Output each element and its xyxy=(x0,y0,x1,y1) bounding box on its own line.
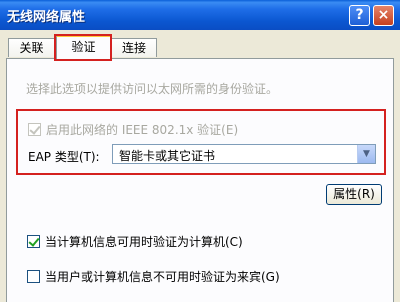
properties-dialog: 无线网络属性 ? × 关联 验证 连接 选择此选项以提供访问以太网所需的身份验证… xyxy=(0,0,400,302)
chevron-down-icon[interactable]: ▼ xyxy=(357,145,375,163)
auth-description: 选择此选项以提供访问以太网所需的身份验证。 xyxy=(26,82,279,96)
close-button[interactable]: × xyxy=(373,5,394,26)
auth-as-guest-label: 当用户或计算机信息不可用时验证为来宾(G) xyxy=(45,270,280,284)
check-icon xyxy=(29,123,41,135)
close-icon: × xyxy=(377,7,390,23)
enable-8021x-checkbox-row[interactable]: 启用此网络的 IEEE 802.1x 验证(E) xyxy=(28,121,238,138)
auth-as-computer-checkbox[interactable] xyxy=(27,235,40,248)
help-button[interactable]: ? xyxy=(349,5,370,26)
authentication-page: 选择此选项以提供访问以太网所需的身份验证。 启用此网络的 IEEE 802.1x… xyxy=(6,58,394,302)
eap-type-label: EAP 类型(T): xyxy=(28,150,100,164)
check-icon xyxy=(28,235,40,247)
auth-as-guest-checkbox[interactable] xyxy=(27,270,40,283)
help-icon: ? xyxy=(355,7,364,23)
enable-8021x-checkbox[interactable] xyxy=(28,123,41,136)
tab-connection[interactable]: 连接 xyxy=(111,38,157,57)
auth-as-computer-label: 当计算机信息可用时验证为计算机(C) xyxy=(45,235,243,249)
auth-as-guest-row[interactable]: 当用户或计算机信息不可用时验证为来宾(G) xyxy=(27,268,280,285)
properties-button[interactable]: 属性(R) xyxy=(326,184,382,205)
auth-as-computer-row[interactable]: 当计算机信息可用时验证为计算机(C) xyxy=(27,233,243,250)
enable-8021x-label: 启用此网络的 IEEE 802.1x 验证(E) xyxy=(46,123,239,137)
tab-highlight-box xyxy=(54,34,112,61)
tab-association[interactable]: 关联 xyxy=(8,38,55,57)
eap-highlight-box: 启用此网络的 IEEE 802.1x 验证(E) EAP 类型(T): 智能卡或… xyxy=(16,109,386,175)
eap-type-select[interactable]: 智能卡或其它证书 ▼ xyxy=(112,144,376,164)
eap-type-value: 智能卡或其它证书 xyxy=(119,149,216,163)
window-title: 无线网络属性 xyxy=(7,10,86,25)
title-bar[interactable]: 无线网络属性 ? × xyxy=(0,0,400,30)
